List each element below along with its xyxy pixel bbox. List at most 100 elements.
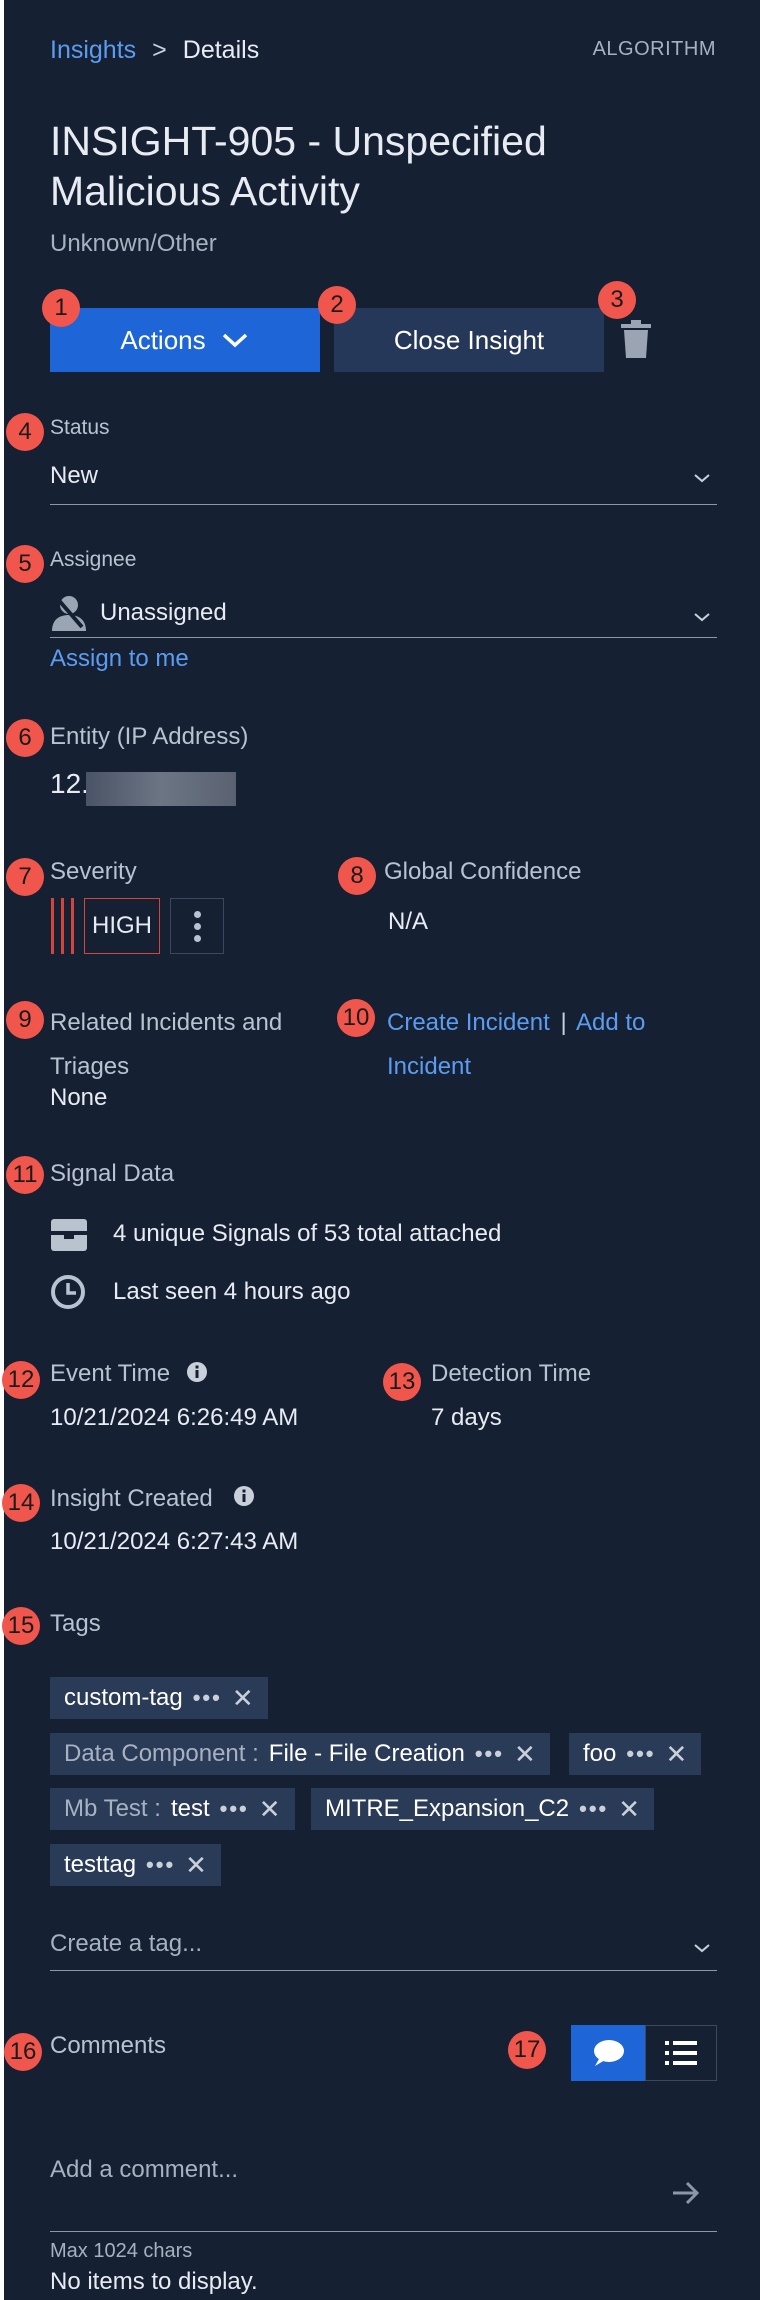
detection-time-label: Detection Time <box>431 1360 592 1387</box>
list-icon <box>665 2041 697 2065</box>
tag-chip: Data Component : File - File Creation ••… <box>50 1733 550 1775</box>
chevron-down-icon <box>694 474 710 483</box>
create-tag-underline <box>50 1970 717 1971</box>
tags-label: Tags <box>50 1610 101 1637</box>
signals-count-text: 4 unique Signals of 53 total attached <box>113 1220 502 1247</box>
remove-tag-icon[interactable]: ✕ <box>232 1683 254 1714</box>
page-title: INSIGHT-905 - Unspecified Malicious Acti… <box>50 118 547 214</box>
related-incidents-label: Related Incidents and Triages <box>50 1001 282 1089</box>
add-to-incident-link[interactable]: Incident <box>387 1053 471 1080</box>
tag-chip: testtag ••• ✕ <box>50 1844 221 1886</box>
entity-label: Entity (IP Address) <box>50 723 249 750</box>
tag-key: Data Component : <box>64 1740 259 1767</box>
severity-bar <box>71 898 74 954</box>
link-divider: | <box>560 1009 567 1036</box>
breadcrumb-insights-link[interactable]: Insights <box>50 36 136 65</box>
assign-to-me-link[interactable]: Assign to me <box>50 645 189 673</box>
comment-underline <box>50 2231 717 2232</box>
comment-input[interactable]: Add a comment... <box>50 2156 717 2230</box>
tag-chip: Mb Test : test ••• ✕ <box>50 1788 295 1830</box>
severity-bar <box>61 898 64 954</box>
callout-1: 1 <box>42 289 80 327</box>
callout-9: 9 <box>6 1001 44 1039</box>
severity-menu-button[interactable] <box>170 898 224 954</box>
assignee-select[interactable]: Unassigned <box>50 593 717 637</box>
more-options-icon[interactable]: ••• <box>193 1685 222 1711</box>
create-tag-placeholder: Create a tag... <box>50 1930 203 1957</box>
status-value: New <box>50 462 99 489</box>
callout-11: 11 <box>6 1156 44 1194</box>
tag-value: File - File Creation <box>268 1740 465 1767</box>
chat-bubble-icon <box>594 2040 624 2066</box>
assignee-underline <box>50 637 717 638</box>
tag-value: test <box>170 1795 210 1822</box>
callout-8: 8 <box>338 857 376 895</box>
callout-10: 10 <box>337 999 375 1037</box>
chevron-down-icon <box>222 333 247 348</box>
tag-value: MITRE_Expansion_C2 <box>325 1795 570 1822</box>
related-incidents-value: None <box>50 1084 108 1111</box>
tag-chip: custom-tag ••• ✕ <box>50 1677 268 1719</box>
tag-value: testtag <box>64 1851 137 1878</box>
chevron-down-icon <box>694 1944 710 1953</box>
more-options-icon[interactable]: ••• <box>146 1852 175 1878</box>
window-edge <box>0 0 4 2300</box>
event-time-value: 10/21/2024 6:26:49 AM <box>50 1404 299 1431</box>
redacted-ip-block <box>86 772 236 806</box>
incident-links: Create Incident | Add to Incident <box>387 1001 697 1089</box>
comment-placeholder: Add a comment... <box>50 2156 239 2183</box>
remove-tag-icon[interactable]: ✕ <box>665 1739 687 1770</box>
insight-created-label: Insight Created <box>50 1485 213 1512</box>
severity-bar <box>51 898 54 954</box>
add-to-incident-link[interactable]: Add to <box>576 1009 645 1036</box>
assignee-label: Assignee <box>50 548 137 571</box>
breadcrumb: Insights > Details <box>50 36 259 65</box>
callout-2: 2 <box>318 286 356 324</box>
activity-list-button[interactable] <box>645 2025 717 2081</box>
comments-view-button[interactable] <box>571 2025 645 2081</box>
more-options-icon[interactable]: ••• <box>475 1741 504 1767</box>
more-options-icon[interactable]: ••• <box>626 1741 655 1767</box>
more-options-icon[interactable]: ••• <box>579 1796 608 1822</box>
info-icon[interactable] <box>186 1361 208 1383</box>
more-options-icon[interactable]: ••• <box>220 1796 249 1822</box>
status-label: Status <box>50 416 110 439</box>
actions-button[interactable]: Actions <box>50 308 320 372</box>
clock-icon <box>51 1275 85 1309</box>
global-confidence-label: Global Confidence <box>384 858 582 885</box>
create-tag-input[interactable]: Create a tag... <box>50 1930 717 1970</box>
trash-icon <box>621 320 651 358</box>
callout-17: 17 <box>508 2031 546 2069</box>
insight-created-value: 10/21/2024 6:27:43 AM <box>50 1528 299 1555</box>
breadcrumb-separator-icon: > <box>152 36 167 64</box>
remove-tag-icon[interactable]: ✕ <box>185 1850 207 1881</box>
algorithm-label: ALGORITHM <box>592 38 716 60</box>
close-insight-button[interactable]: Close Insight <box>334 308 604 372</box>
entity-value: 12. <box>50 768 89 799</box>
create-incident-link[interactable]: Create Incident <box>387 1009 550 1036</box>
callout-16: 16 <box>4 2033 42 2071</box>
remove-tag-icon[interactable]: ✕ <box>618 1794 640 1825</box>
comments-label: Comments <box>50 2032 167 2059</box>
breadcrumb-current: Details <box>182 36 260 64</box>
max-chars-hint: Max 1024 chars <box>50 2240 193 2262</box>
related-incidents-label-line: Related Incidents and <box>50 1009 283 1036</box>
status-select[interactable]: New <box>50 462 717 502</box>
callout-13: 13 <box>383 1363 421 1401</box>
remove-tag-icon[interactable]: ✕ <box>259 1794 281 1825</box>
global-confidence-value: N/A <box>388 908 429 935</box>
status-underline <box>50 504 717 505</box>
kebab-menu-icon <box>193 910 201 942</box>
user-unassigned-icon <box>52 595 86 631</box>
remove-tag-icon[interactable]: ✕ <box>514 1739 536 1770</box>
no-comments-text: No items to display. <box>50 2268 258 2295</box>
info-icon[interactable] <box>233 1485 255 1507</box>
callout-5: 5 <box>6 545 44 583</box>
send-arrow-icon[interactable] <box>671 2180 701 2206</box>
chevron-down-icon <box>694 613 710 622</box>
tag-chip: MITRE_Expansion_C2 ••• ✕ <box>311 1788 655 1830</box>
callout-14: 14 <box>2 1484 40 1522</box>
tag-value: foo <box>583 1740 617 1767</box>
delete-button[interactable] <box>619 320 653 365</box>
related-incidents-label-line: Triages <box>50 1053 130 1080</box>
